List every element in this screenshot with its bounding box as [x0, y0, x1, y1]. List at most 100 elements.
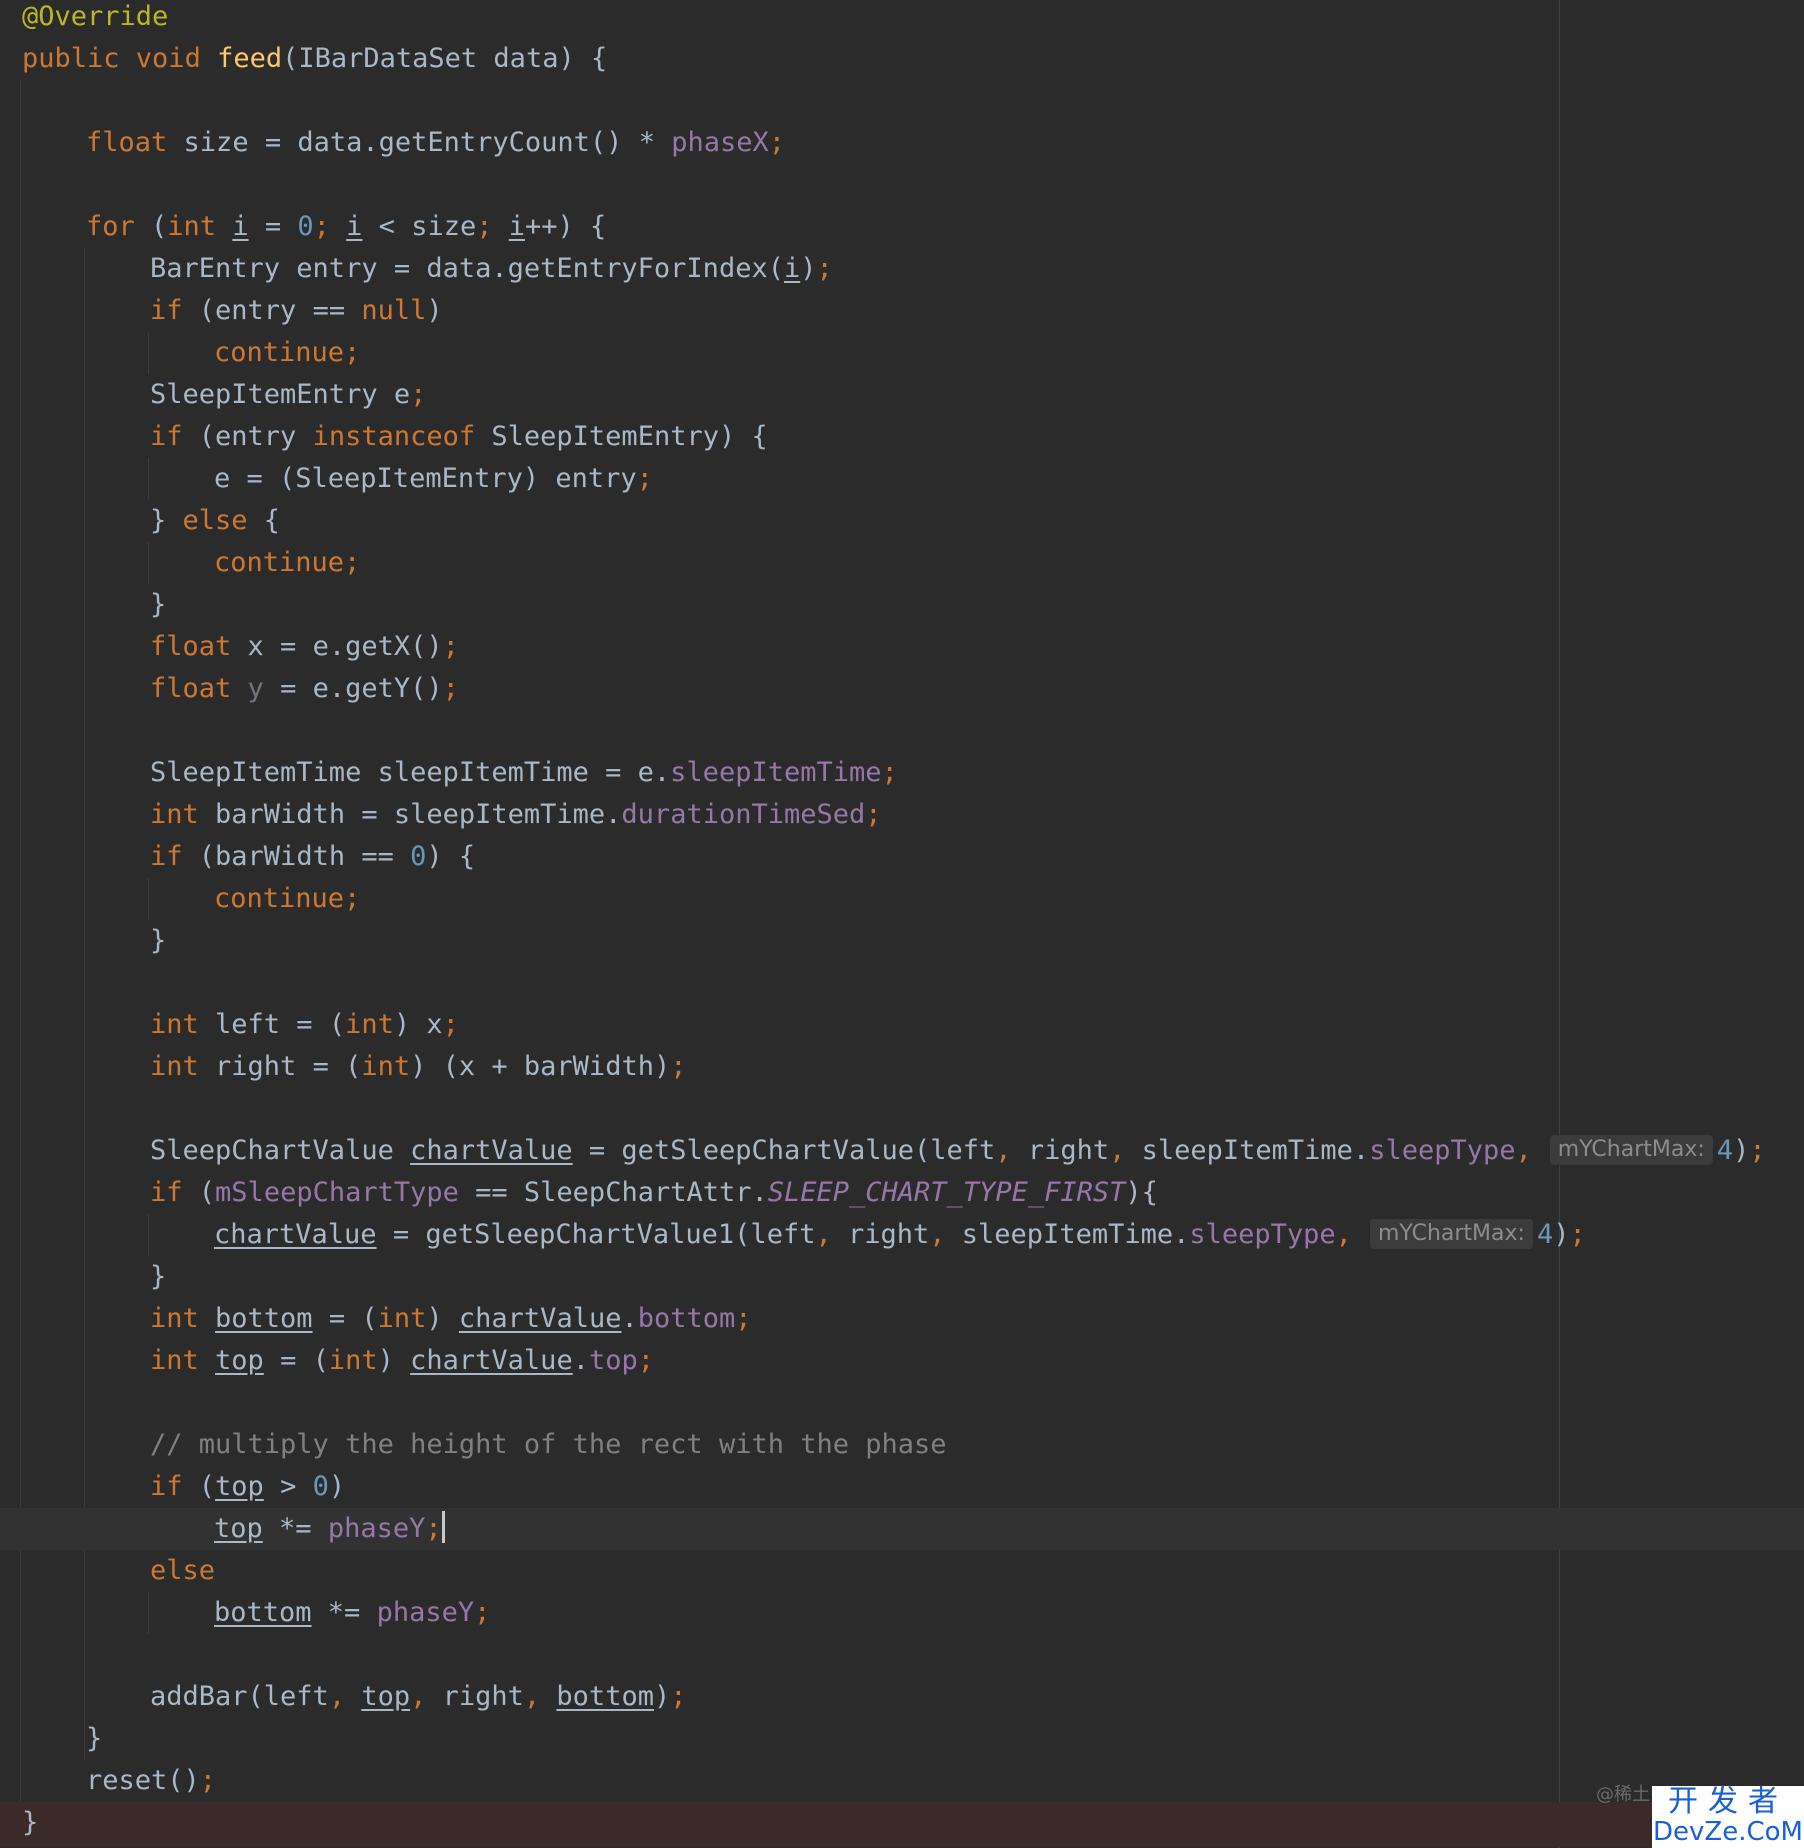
code-token: instanceof [312, 421, 492, 452]
code-editor[interactable]: @Override public void feed(IBarDataSet da… [0, 0, 1804, 1848]
code-token: ; [476, 211, 509, 242]
code-token: barWidth = sleepItemTime. [215, 799, 622, 830]
code-line[interactable]: reset(); [22, 1760, 216, 1802]
code-line[interactable]: } [22, 1802, 38, 1844]
code-token: 0 [312, 1471, 329, 1502]
code-token: top [588, 1345, 638, 1376]
code-token: ; [425, 1513, 442, 1544]
code-token: int [150, 1051, 216, 1082]
code-line[interactable]: continue; [22, 332, 360, 374]
code-line[interactable]: int right = (int) (x + barWidth); [22, 1046, 686, 1088]
code-token: ( [151, 211, 168, 242]
code-line[interactable]: continue; [22, 542, 360, 584]
code-token: else [182, 505, 264, 536]
code-line[interactable]: } else { [22, 500, 280, 542]
code-token: = getSleepChartValue1(left [376, 1219, 816, 1250]
code-token: } [150, 1261, 167, 1292]
code-token: , [1109, 1135, 1142, 1166]
code-token: == SleepChartAttr. [458, 1177, 768, 1208]
code-token: < size [362, 211, 477, 242]
code-token: ; [199, 1765, 217, 1796]
code-token: , [328, 1681, 362, 1712]
code-token: void [135, 43, 218, 74]
code-token: @Override [22, 1, 169, 32]
code-line[interactable]: if (mSleepChartType == SleepChartAttr.SL… [22, 1172, 1158, 1214]
code-token: ) { [426, 841, 476, 872]
code-line[interactable]: bottom *= phaseY; [22, 1592, 490, 1634]
code-token: BarEntry entry = data.getEntryForIndex( [150, 253, 784, 284]
code-line[interactable]: int left = (int) x; [22, 1004, 459, 1046]
code-line[interactable]: int barWidth = sleepItemTime.durationTim… [22, 794, 882, 836]
code-line[interactable]: int bottom = (int) chartValue.bottom; [22, 1298, 752, 1340]
code-token: (barWidth == [198, 841, 411, 872]
code-token: if [150, 1471, 199, 1502]
code-line[interactable]: continue; [22, 878, 360, 920]
code-token: addBar(left [150, 1681, 329, 1712]
code-token: float [150, 673, 248, 704]
code-line[interactable]: e = (SleepItemEntry) entry; [22, 458, 653, 500]
code-line[interactable]: SleepItemTime sleepItemTime = e.sleepIte… [22, 752, 898, 794]
code-line[interactable]: if (top > 0) [22, 1466, 345, 1508]
code-token: ; [344, 883, 361, 914]
code-token: sleepItemTime [670, 757, 882, 788]
code-token: ) [1733, 1135, 1750, 1166]
code-token: ){ [1125, 1177, 1158, 1208]
code-line[interactable]: if (barWidth == 0) { [22, 836, 475, 878]
code-token: phaseX [671, 127, 769, 158]
code-token: , [1515, 1135, 1532, 1166]
code-line[interactable]: } [22, 1718, 102, 1760]
code-line[interactable]: top *= phaseY; [22, 1508, 445, 1550]
code-token: sleepItemTime. [961, 1219, 1190, 1250]
code-token: ) [426, 1303, 459, 1334]
code-token: phaseY [376, 1597, 475, 1628]
code-token: // multiply the height of the rect with … [150, 1429, 947, 1460]
code-token: = ( [312, 1303, 378, 1334]
code-token: right [847, 1219, 930, 1250]
code-token: = ( [263, 1345, 329, 1376]
code-line[interactable]: int top = (int) chartValue.top; [22, 1340, 654, 1382]
code-line[interactable]: } [22, 584, 166, 626]
code-line[interactable]: if (entry == null) [22, 290, 443, 332]
code-line[interactable]: SleepItemEntry e; [22, 374, 426, 416]
code-token: ; [442, 673, 459, 704]
code-token: ; [344, 337, 361, 368]
code-line[interactable]: } [22, 1256, 166, 1298]
code-token: if [150, 841, 199, 872]
code-line[interactable]: BarEntry entry = data.getEntryForIndex(i… [22, 248, 833, 290]
juejin-watermark: @稀土 [1596, 1784, 1650, 1805]
code-line[interactable]: for (int i = 0; i < size; i++) { [22, 206, 606, 248]
code-line[interactable]: // multiply the height of the rect with … [22, 1424, 947, 1466]
code-line[interactable]: public void feed(IBarDataSet data) { [22, 38, 607, 80]
code-token: for [86, 211, 152, 242]
code-token: } [22, 1807, 39, 1838]
code-line[interactable]: SleepChartValue chartValue = getSleepCha… [22, 1130, 1766, 1172]
code-token: size = data.getEntryCount() * [183, 127, 672, 158]
code-token: right [442, 1681, 524, 1712]
code-line[interactable]: float x = e.getX(); [22, 626, 459, 668]
code-line[interactable]: chartValue = getSleepChartValue1(left, r… [22, 1214, 1586, 1256]
code-token: ; [344, 547, 361, 578]
code-line[interactable]: float size = data.getEntryCount() * phas… [22, 122, 785, 164]
code-token: ( [198, 1471, 216, 1502]
code-token: if [150, 295, 199, 326]
code-token: } [150, 505, 183, 536]
code-token: SleepItemEntry) { [491, 421, 768, 452]
code-line[interactable]: if (entry instanceof SleepItemEntry) { [22, 416, 768, 458]
code-line[interactable]: } [22, 920, 166, 962]
code-token: right = ( [215, 1051, 362, 1082]
code-line[interactable]: @Override [22, 0, 168, 38]
code-token: continue [214, 337, 345, 368]
code-token: continue [214, 547, 345, 578]
code-token: if [150, 1177, 199, 1208]
code-line[interactable]: float y = e.getY(); [22, 668, 459, 710]
code-token: phaseY [327, 1513, 426, 1544]
code-token: sleepItemTime. [1141, 1135, 1370, 1166]
code-line[interactable]: addBar(left, top, right, bottom); [22, 1676, 687, 1718]
code-token: top [214, 1513, 263, 1544]
code-token: ; [637, 1345, 655, 1376]
code-token: 0 [410, 841, 427, 872]
code-token: ) [1553, 1219, 1570, 1250]
code-line[interactable]: else [22, 1550, 215, 1592]
code-token: chartValue [410, 1345, 573, 1376]
code-token: else [150, 1555, 216, 1586]
